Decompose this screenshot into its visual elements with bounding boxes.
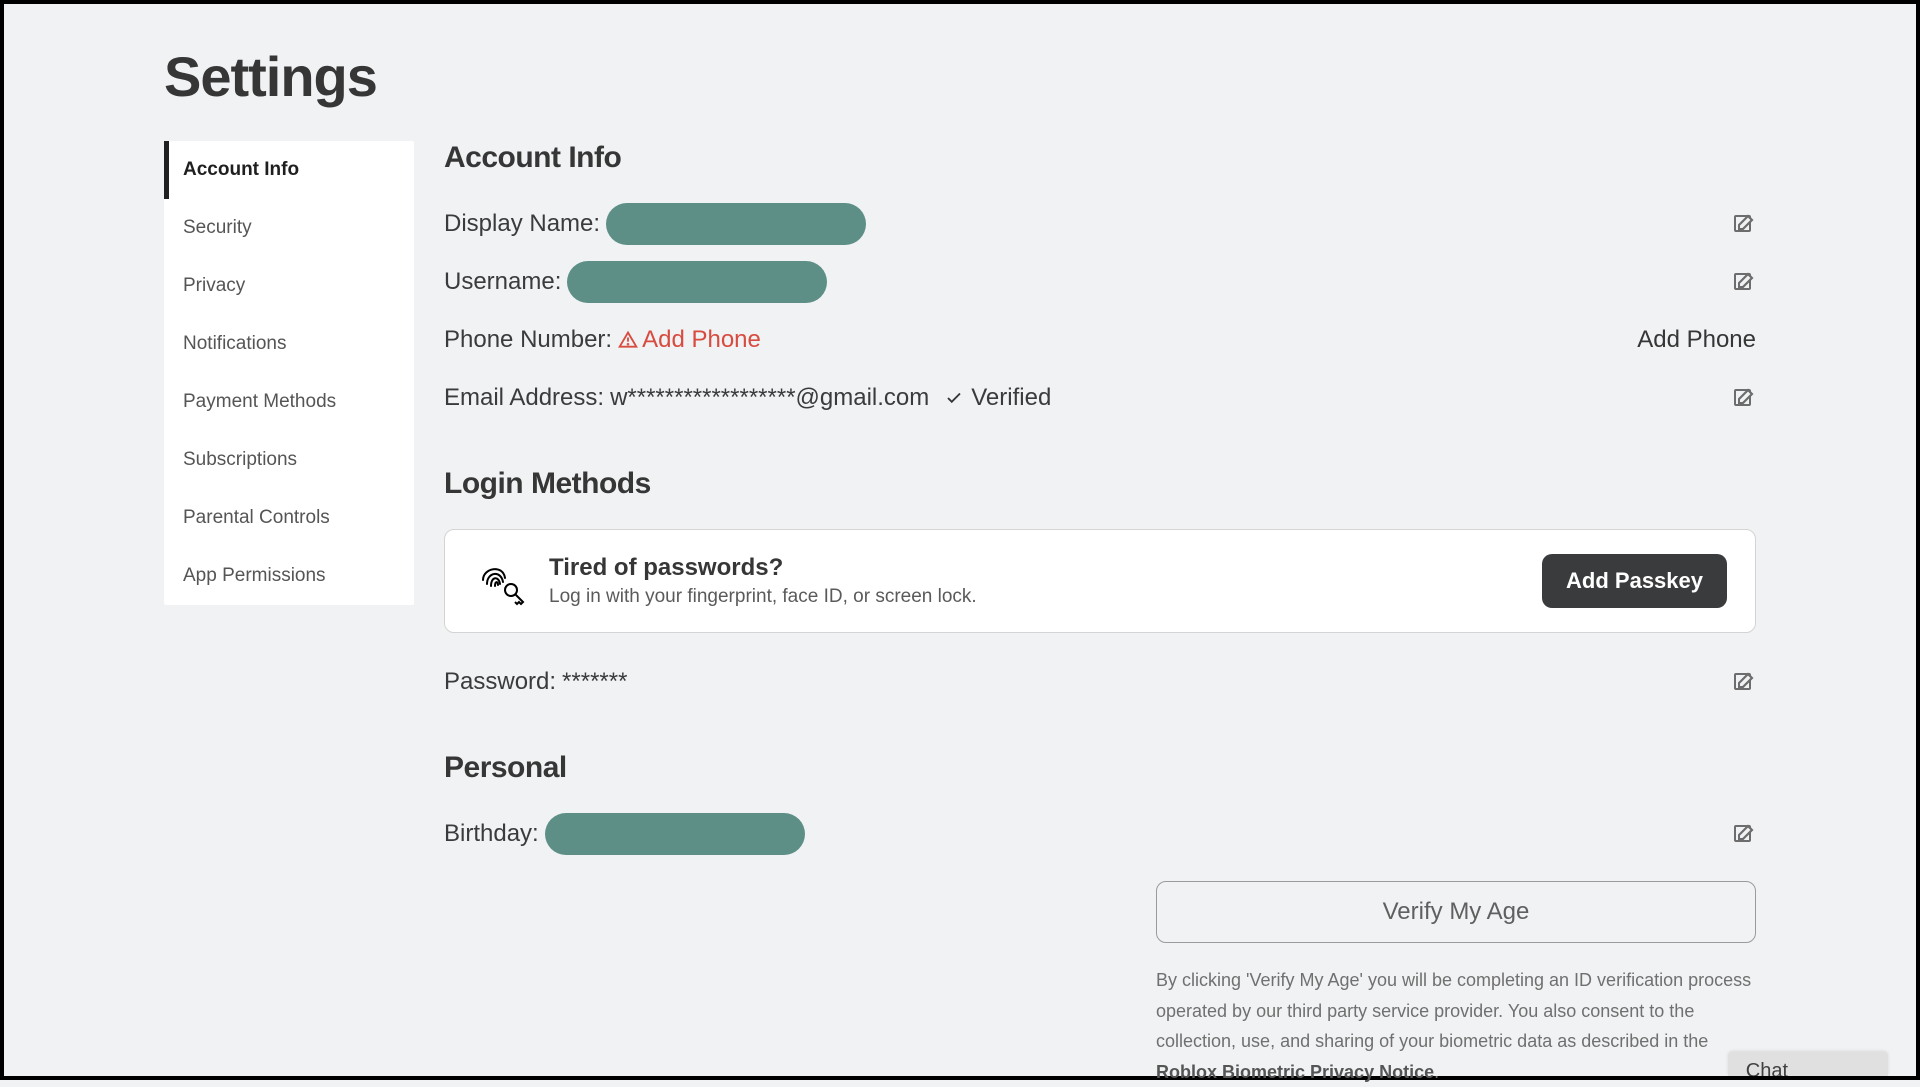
sidebar-item-label: Subscriptions bbox=[183, 449, 297, 470]
username-row: Username: bbox=[444, 261, 1756, 303]
display-name-label: Display Name: bbox=[444, 210, 600, 238]
verify-age-section: Verify My Age By clicking 'Verify My Age… bbox=[1156, 881, 1756, 1087]
sidebar-item-app-permissions[interactable]: App Permissions bbox=[164, 547, 414, 605]
verify-legal-text: By clicking 'Verify My Age' you will be … bbox=[1156, 965, 1756, 1087]
chat-tab-label: Chat bbox=[1746, 1060, 1788, 1076]
sidebar-item-payment-methods[interactable]: Payment Methods bbox=[164, 373, 414, 431]
edit-icon[interactable] bbox=[1732, 270, 1756, 294]
sidebar-item-subscriptions[interactable]: Subscriptions bbox=[164, 431, 414, 489]
birthday-redacted bbox=[545, 813, 805, 855]
legal-link[interactable]: Roblox Biometric Privacy Notice bbox=[1156, 1062, 1434, 1082]
sidebar-item-label: Payment Methods bbox=[183, 391, 336, 412]
main-content: Account Info Display Name: Username: bbox=[434, 141, 1756, 1087]
sidebar-item-label: App Permissions bbox=[183, 565, 326, 586]
verified-label: Verified bbox=[971, 384, 1051, 412]
verified-badge: Verified bbox=[945, 384, 1051, 412]
section-heading-account-info: Account Info bbox=[444, 141, 1756, 175]
sidebar-item-privacy[interactable]: Privacy bbox=[164, 257, 414, 315]
phone-label: Phone Number: bbox=[444, 326, 612, 354]
birthday-label: Birthday: bbox=[444, 820, 539, 848]
birthday-row: Birthday: bbox=[444, 813, 1756, 855]
sidebar-item-label: Account Info bbox=[183, 159, 299, 180]
sidebar-item-label: Notifications bbox=[183, 333, 287, 354]
edit-icon[interactable] bbox=[1732, 386, 1756, 410]
username-label: Username: bbox=[444, 268, 561, 296]
sidebar-item-account-info[interactable]: Account Info bbox=[164, 141, 414, 199]
sidebar-item-notifications[interactable]: Notifications bbox=[164, 315, 414, 373]
display-name-redacted bbox=[606, 203, 866, 245]
section-heading-personal: Personal bbox=[444, 751, 1756, 785]
username-redacted bbox=[567, 261, 827, 303]
password-value: ******* bbox=[562, 668, 627, 696]
passkey-card: Tired of passwords? Log in with your fin… bbox=[444, 529, 1756, 633]
sidebar-item-label: Security bbox=[183, 217, 252, 238]
chat-tab[interactable]: Chat bbox=[1728, 1052, 1888, 1076]
edit-icon[interactable] bbox=[1732, 822, 1756, 846]
legal-suffix: . bbox=[1434, 1062, 1439, 1082]
warning-icon bbox=[618, 330, 638, 350]
sidebar-item-security[interactable]: Security bbox=[164, 199, 414, 257]
sidebar-item-label: Privacy bbox=[183, 275, 245, 296]
edit-icon[interactable] bbox=[1732, 212, 1756, 236]
add-passkey-button[interactable]: Add Passkey bbox=[1542, 554, 1727, 608]
add-phone-inline-link[interactable]: Add Phone bbox=[618, 326, 761, 354]
add-phone-inline-label: Add Phone bbox=[642, 326, 761, 354]
settings-sidebar: Account Info Security Privacy Notificati… bbox=[164, 141, 414, 605]
section-heading-login-methods: Login Methods bbox=[444, 467, 1756, 501]
add-phone-button[interactable]: Add Phone bbox=[1637, 326, 1756, 354]
email-label: Email Address: bbox=[444, 384, 604, 412]
phone-row: Phone Number: Add Phone Add Phone bbox=[444, 319, 1756, 361]
sidebar-item-parental-controls[interactable]: Parental Controls bbox=[164, 489, 414, 547]
password-label: Password: bbox=[444, 668, 556, 696]
passkey-card-subtitle: Log in with your fingerprint, face ID, o… bbox=[549, 586, 1520, 608]
sidebar-item-label: Parental Controls bbox=[183, 507, 330, 528]
display-name-row: Display Name: bbox=[444, 203, 1756, 245]
legal-prefix: By clicking 'Verify My Age' you will be … bbox=[1156, 970, 1751, 1051]
verify-my-age-button[interactable]: Verify My Age bbox=[1156, 881, 1756, 943]
edit-icon[interactable] bbox=[1732, 670, 1756, 694]
fingerprint-key-icon bbox=[473, 554, 527, 608]
passkey-card-title: Tired of passwords? bbox=[549, 554, 1520, 582]
email-row: Email Address: w******************@gmail… bbox=[444, 377, 1756, 419]
email-value: w******************@gmail.com bbox=[610, 384, 929, 412]
check-icon bbox=[945, 389, 963, 407]
password-row: Password: ******* bbox=[444, 661, 1756, 703]
page-title: Settings bbox=[164, 44, 1756, 109]
